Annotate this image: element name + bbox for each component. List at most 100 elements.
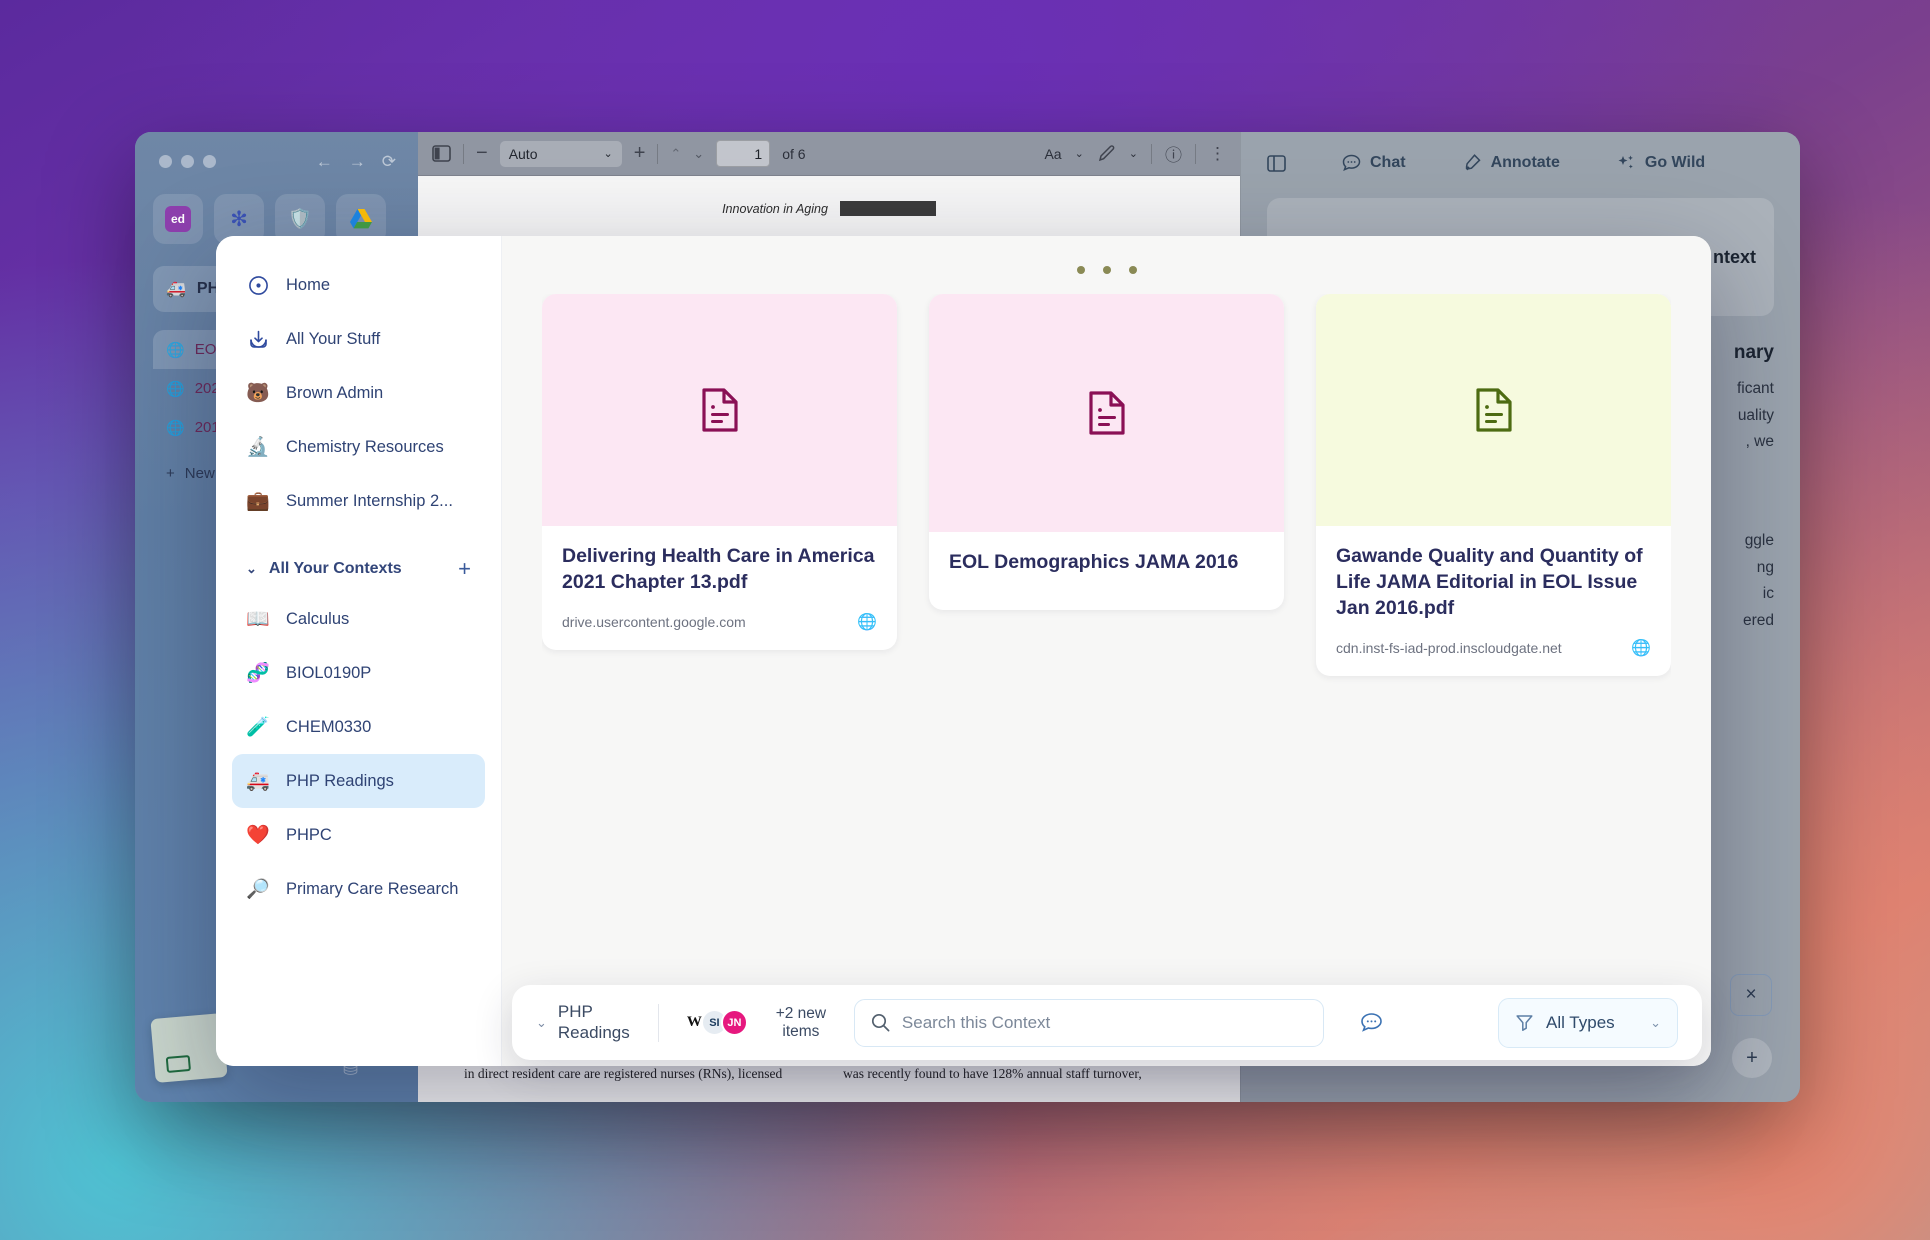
search-input[interactable] (901, 1012, 1307, 1033)
toolbar-divider (657, 143, 659, 164)
globe-icon: 🌐 (1631, 639, 1651, 657)
sidebar-item-label: PHPC (286, 825, 332, 844)
page-up-button[interactable]: ⌃ (670, 146, 681, 162)
tab-go-wild[interactable]: Go Wild (1616, 153, 1705, 173)
pencil-icon[interactable] (1097, 144, 1116, 163)
summary-line: ered (1742, 611, 1774, 629)
document-icon (701, 388, 738, 432)
add-icon[interactable]: + (1732, 1038, 1772, 1078)
page-number-input[interactable]: 1 (716, 140, 771, 167)
new-items-label[interactable]: +2 new items (770, 1005, 832, 1041)
sidebar-item-biol0190p[interactable]: 🧬 BIOL0190P (232, 646, 485, 700)
sidebar-item-chemistry-resources[interactable]: 🔬 Chemistry Resources (232, 420, 485, 474)
sidebar-item-label: PHP Readings (286, 771, 394, 790)
sidebar-divider (232, 528, 485, 546)
sidebar-item-primary-care-research[interactable]: 🔎 Primary Care Research (232, 862, 485, 916)
panel-toggle-icon[interactable] (1267, 154, 1286, 172)
maximize-window-button[interactable] (203, 155, 216, 168)
forward-icon[interactable]: → (349, 153, 366, 170)
sidebar-item-phpc[interactable]: ❤️ PHPC (232, 808, 485, 862)
funnel-icon (1515, 1013, 1534, 1032)
back-icon[interactable]: ← (316, 153, 333, 170)
sidebar-item-label: Brown Admin (286, 383, 384, 402)
chevron-down-icon[interactable]: ⌄ (1075, 147, 1084, 160)
chevron-down-icon[interactable]: ⌄ (1129, 147, 1138, 160)
tab-chat-label: Chat (1370, 154, 1406, 171)
more-options-icon[interactable]: ⋮ (1209, 144, 1226, 164)
dot (1128, 266, 1137, 274)
sidebar-item-php-readings[interactable]: 🚑 PHP Readings (232, 754, 485, 808)
tab-annotate[interactable]: Annotate (1462, 153, 1560, 173)
close-window-button[interactable] (159, 155, 172, 168)
sidebar-toggle-icon[interactable] (432, 145, 451, 162)
add-context-button[interactable]: + (458, 556, 471, 582)
home-target-icon (246, 275, 270, 296)
all-contexts-header[interactable]: ⌄ All Your Contexts + (232, 546, 485, 592)
sidebar-item-label: All Your Stuff (286, 329, 381, 348)
chevron-down-icon[interactable]: ⌄ (246, 561, 257, 577)
minimize-window-button[interactable] (181, 155, 194, 168)
card-body: EOL Demographics JAMA 2016 (929, 532, 1284, 610)
briefcase-icon: 💼 (246, 491, 270, 512)
card-grid: Delivering Health Care in America 2021 C… (542, 294, 1671, 994)
ed-extension-button[interactable]: ed (153, 194, 203, 244)
context-bottom-bar: ⌄ PHP Readings W SI JN +2 new items All … (512, 985, 1702, 1060)
tab-chat[interactable]: Chat (1342, 154, 1406, 172)
card-item[interactable]: Gawande Quality and Quantity of Life JAM… (1316, 294, 1671, 676)
summary-line: ic (1762, 585, 1774, 603)
sidebar-item-label: Home (286, 275, 331, 294)
dot (1102, 266, 1111, 274)
chat-bubble-icon[interactable] (1360, 1012, 1383, 1033)
sidebar-item-home[interactable]: Home (232, 258, 485, 312)
tab-annotate-label: Annotate (1490, 154, 1560, 171)
assistant-panel-tabs: Chat Annotate Go Wild (1241, 132, 1800, 194)
toolbar-divider (1151, 143, 1152, 164)
search-input-wrapper[interactable] (853, 998, 1324, 1047)
globe-icon: 🌐 (166, 341, 185, 359)
zoom-out-button[interactable]: − (476, 142, 488, 165)
text-style-button[interactable]: Aa (1044, 146, 1061, 162)
sidebar-item-label: BIOL0190P (286, 663, 372, 682)
bottom-bar-context[interactable]: ⌄ PHP Readings (536, 1002, 636, 1042)
zoom-in-button[interactable]: + (634, 142, 646, 165)
sidebar-item-label: CHEM0330 (286, 717, 372, 736)
divider (657, 1003, 659, 1042)
sidebar-item-all-your-stuff[interactable]: All Your Stuff (232, 312, 485, 366)
toolbar-divider (463, 143, 464, 164)
snowflake-icon: ✻ (230, 207, 248, 231)
dna-icon: 🧬 (246, 663, 270, 684)
ed-icon: ed (165, 206, 191, 232)
summary-line: ficant (1736, 380, 1774, 397)
chevron-down-icon[interactable]: ⌄ (536, 1015, 547, 1031)
magnifier-icon: 🔎 (246, 879, 270, 900)
summary-line: ggle (1744, 531, 1774, 549)
reload-icon[interactable]: ⟳ (382, 153, 396, 170)
sidebar-item-label: Chemistry Resources (286, 437, 444, 456)
jn-source-icon: JN (720, 1009, 748, 1036)
globe-icon: 🌐 (166, 380, 185, 398)
chevron-down-icon: ⌄ (1650, 1014, 1661, 1030)
card-item[interactable]: Delivering Health Care in America 2021 C… (542, 294, 897, 650)
pdf-toolbar-right: Aa ⌄ ⌄ ⓘ ⋮ (1044, 141, 1226, 166)
pdf-running-head: Innovation in Aging (418, 176, 1240, 216)
drag-handle-dots[interactable] (542, 236, 1671, 274)
sidebar-item-calculus[interactable]: 📖 Calculus (232, 592, 485, 646)
info-icon[interactable]: ⓘ (1165, 141, 1182, 166)
test-tube-icon: 🧪 (246, 717, 270, 738)
chevron-down-icon: ⌄ (603, 148, 613, 160)
shield-icon: 🛡️ (288, 209, 312, 230)
filter-types-label: All Types (1546, 1012, 1615, 1032)
close-icon[interactable]: × (1730, 974, 1772, 1016)
filter-types-dropdown[interactable]: All Types ⌄ (1498, 997, 1678, 1048)
sidebar-item-summer-internship[interactable]: 💼 Summer Internship 2... (232, 474, 485, 528)
zoom-level-select[interactable]: Auto ⌄ (499, 140, 622, 167)
highlighter-icon (1465, 154, 1481, 171)
summary-line: ng (1756, 558, 1774, 576)
card-title: Gawande Quality and Quantity of Life JAM… (1336, 545, 1643, 619)
card-item[interactable]: EOL Demographics JAMA 2016 (929, 294, 1284, 610)
page-down-button[interactable]: ⌄ (693, 146, 704, 162)
sidebar-item-chem0330[interactable]: 🧪 CHEM0330 (232, 700, 485, 754)
tab-go-wild-label: Go Wild (1644, 154, 1706, 171)
sidebar-item-brown-admin[interactable]: 🐻 Brown Admin (232, 366, 485, 420)
source-avatars[interactable]: W SI JN (680, 1009, 748, 1036)
